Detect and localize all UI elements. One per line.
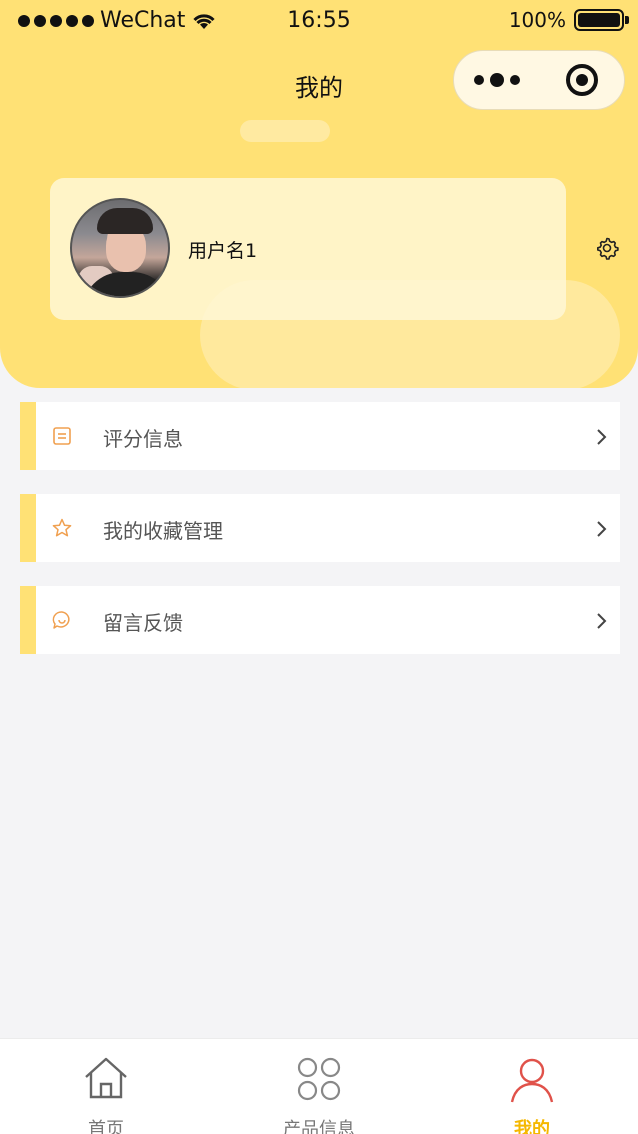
chevron-right-icon [597, 613, 607, 629]
chat-bubble-icon [52, 611, 70, 629]
menu-item-label: 我的收藏管理 [103, 519, 223, 543]
tab-mine[interactable]: 我的 [426, 1039, 638, 1134]
header-decoration [240, 120, 330, 142]
tab-label: 我的 [514, 1119, 550, 1134]
username: 用户名1 [188, 240, 258, 262]
menu-item-label: 留言反馈 [103, 611, 183, 635]
battery-percent: 100% [508, 8, 566, 32]
gear-icon[interactable] [595, 236, 619, 260]
avatar[interactable] [70, 198, 170, 298]
menu-accent-bar [20, 402, 36, 470]
home-icon [85, 1057, 127, 1099]
mini-program-capsule [453, 50, 625, 110]
target-icon [565, 64, 598, 96]
chevron-right-icon [597, 521, 607, 537]
tab-label: 产品信息 [283, 1119, 355, 1134]
status-right: 100% [508, 8, 629, 32]
battery-icon [574, 9, 629, 31]
tab-label: 首页 [88, 1119, 124, 1134]
more-options-button[interactable] [454, 73, 539, 87]
user-icon [510, 1058, 554, 1103]
user-card[interactable]: 用户名1 [50, 178, 566, 320]
close-mini-program-button[interactable] [539, 64, 624, 96]
menu-item-feedback[interactable]: 留言反馈 [20, 586, 620, 654]
document-icon [53, 427, 71, 445]
menu-accent-bar [20, 586, 36, 654]
tab-products[interactable]: 产品信息 [213, 1039, 425, 1134]
profile-header: WeChat 16:55 100% 我的 用户名1 [0, 0, 638, 388]
menu-item-label: 评分信息 [103, 427, 183, 451]
status-bar: WeChat 16:55 100% [0, 0, 638, 44]
menu-item-ratings[interactable]: 评分信息 [20, 402, 620, 470]
menu-item-favorites[interactable]: 我的收藏管理 [20, 494, 620, 562]
tab-home[interactable]: 首页 [0, 1039, 212, 1134]
menu-accent-bar [20, 494, 36, 562]
grid-icon [297, 1057, 341, 1101]
tab-bar: 首页 产品信息 我的 [0, 1038, 638, 1134]
chevron-right-icon [597, 429, 607, 445]
star-icon [52, 518, 72, 537]
